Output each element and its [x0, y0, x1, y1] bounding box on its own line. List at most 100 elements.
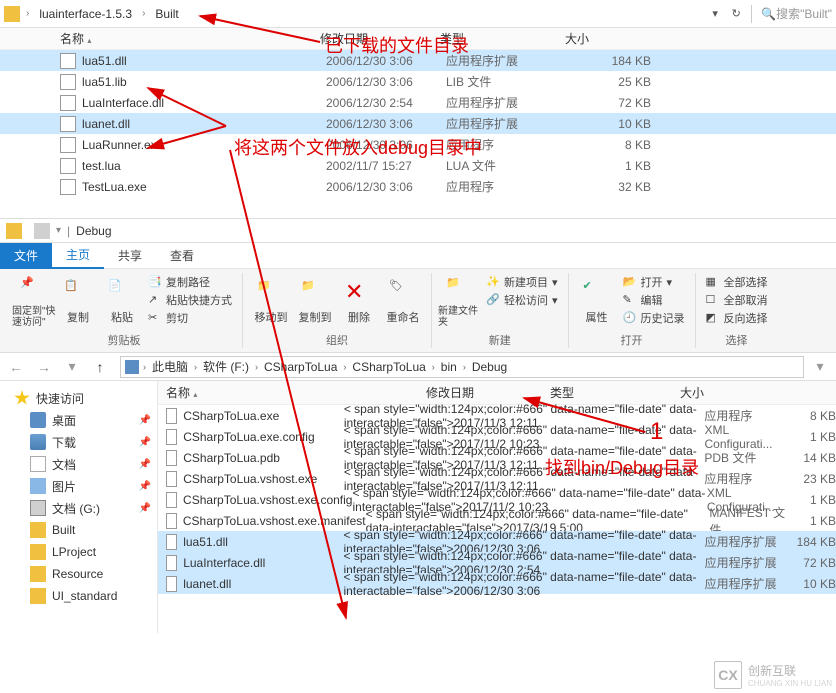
file-type: 应用程序 — [704, 470, 790, 487]
copy-to-button[interactable]: 📁复制到 — [293, 273, 337, 331]
overlay-icon — [34, 223, 50, 239]
dropdown-icon[interactable]: ▾ — [56, 225, 61, 236]
breadcrumb-seg[interactable]: Built — [151, 5, 182, 23]
invert-button[interactable]: ◩反向选择 — [702, 309, 772, 327]
open-button[interactable]: 📂打开 ▾ — [619, 273, 689, 291]
file-row[interactable]: LuaRunner.exe 2006/12/30 3:06 应用程序 8 KB — [0, 134, 836, 155]
nav-seg[interactable]: CSharpToLua — [262, 360, 339, 374]
cut-button[interactable]: ✂剪切 — [144, 309, 236, 327]
access-icon: 🔗 — [486, 293, 500, 307]
pin-button[interactable]: 📌 固定到"快速访问" — [12, 273, 56, 331]
menu-file[interactable]: 文件 — [0, 243, 52, 269]
file-size: 10 KB — [790, 577, 836, 591]
pin-icon: 📌 — [20, 276, 48, 304]
copy-path-button[interactable]: 📑复制路径 — [144, 273, 236, 291]
rename-button[interactable]: 🏷重命名 — [381, 273, 425, 331]
sidebar-item[interactable]: 图片 📌 — [0, 475, 157, 497]
nav-seg[interactable]: Debug — [470, 360, 509, 374]
file-row[interactable]: lua51.lib 2006/12/30 3:06 LIB 文件 25 KB — [0, 71, 836, 92]
sidebar-item[interactable]: 文档 (G:) 📌 — [0, 497, 157, 519]
sidebar-item[interactable]: 文档 📌 — [0, 453, 157, 475]
select-all-icon: ▦ — [706, 275, 720, 289]
breadcrumb-bar: › luainterface-1.5.3 › Built ▾ ↻ 🔍 搜索"Bu… — [0, 0, 836, 28]
menu-home[interactable]: 主页 — [52, 242, 104, 269]
file-row[interactable]: test.lua 2002/11/7 15:27 LUA 文件 1 KB — [0, 155, 836, 176]
col-type[interactable]: 类型 — [440, 30, 565, 47]
back-button[interactable]: ← — [4, 355, 28, 379]
file-row[interactable]: luanet.dll < span style="width:124px;col… — [158, 573, 836, 594]
paste-button[interactable]: 📄 粘贴 — [100, 273, 144, 331]
file-name: luanet.dll — [183, 577, 343, 591]
recent-button[interactable]: ▾ — [60, 355, 84, 379]
refresh-button[interactable]: ↻ — [726, 4, 746, 24]
folder-icon — [30, 522, 46, 538]
copy-to-icon: 📁 — [301, 279, 329, 307]
nav-seg[interactable]: bin — [439, 360, 459, 374]
nav-seg[interactable]: CSharpToLua — [350, 360, 427, 374]
file-name: CSharpToLua.exe.config — [183, 430, 343, 444]
file-icon — [166, 576, 177, 592]
file-size: 1 KB — [792, 514, 836, 528]
select-all-button[interactable]: ▦全部选择 — [702, 273, 772, 291]
file-list: lua51.dll 2006/12/30 3:06 应用程序扩展 184 KB … — [0, 50, 836, 197]
folder-icon — [4, 6, 20, 22]
forward-button[interactable]: → — [32, 355, 56, 379]
history-button[interactable]: 🕘历史记录 — [619, 309, 689, 327]
col-name[interactable]: 名称 ▴ — [166, 384, 426, 401]
col-date[interactable]: 修改日期 — [320, 30, 440, 47]
properties-button[interactable]: ✔属性 — [575, 273, 619, 331]
pic-icon — [30, 478, 46, 494]
menu-share[interactable]: 共享 — [104, 243, 156, 268]
file-list: CSharpToLua.exe < span style="width:124p… — [158, 405, 836, 594]
copy-button[interactable]: 📋 复制 — [56, 273, 100, 331]
nav-seg[interactable]: 软件 (F:) — [201, 358, 251, 375]
sidebar-item[interactable]: Resource — [0, 563, 157, 585]
address-bar[interactable]: › 此电脑 › 软件 (F:) › CSharpToLua › CSharpTo… — [120, 356, 804, 378]
file-row[interactable]: LuaInterface.dll 2006/12/30 2:54 应用程序扩展 … — [0, 92, 836, 113]
edit-button[interactable]: ✎编辑 — [619, 291, 689, 309]
sidebar-item[interactable]: Built — [0, 519, 157, 541]
file-size: 14 KB — [790, 451, 836, 465]
file-icon — [166, 492, 177, 508]
nav-seg[interactable]: 此电脑 — [150, 358, 190, 375]
paste-shortcut-button[interactable]: ↗粘贴快捷方式 — [144, 291, 236, 309]
divider — [751, 5, 752, 23]
sidebar-item[interactable]: UI_standard — [0, 585, 157, 607]
file-row[interactable]: TestLua.exe 2006/12/30 3:06 应用程序 32 KB — [0, 176, 836, 197]
col-size[interactable]: 大小 — [565, 30, 665, 47]
file-size: 8 KB — [790, 409, 836, 423]
bottom-explorer-window: ▾ | Debug 文件 主页 共享 查看 📌 固定到"快速访问" 📋 复制 📄 — [0, 219, 836, 693]
group-label: 打开 — [575, 332, 689, 348]
dropdown-button[interactable]: ▾ — [705, 4, 725, 24]
move-to-button[interactable]: 📁移动到 — [249, 273, 293, 331]
search-box[interactable]: 🔍 搜索"Built" — [757, 5, 832, 22]
new-item-button[interactable]: ✨新建项目 ▾ — [482, 273, 562, 291]
sidebar-item[interactable]: 桌面 📌 — [0, 409, 157, 431]
dropdown-button[interactable]: ▾ — [808, 355, 832, 379]
file-date: 2006/12/30 3:06 — [326, 138, 446, 152]
file-name: luanet.dll — [82, 117, 326, 131]
file-type: 应用程序扩展 — [705, 554, 790, 571]
sidebar-item[interactable]: LProject — [0, 541, 157, 563]
col-name[interactable]: 名称 ▴ — [60, 30, 320, 47]
folder-icon — [30, 566, 46, 582]
sidebar-item[interactable]: 快速访问 — [0, 387, 157, 409]
file-row[interactable]: luanet.dll 2006/12/30 3:06 应用程序扩展 10 KB — [0, 113, 836, 134]
col-size[interactable]: 大小 — [680, 384, 770, 401]
new-folder-button[interactable]: 📁新建文件夹 — [438, 273, 482, 331]
file-icon — [60, 179, 76, 195]
file-type: 应用程序扩展 — [446, 52, 571, 69]
menu-view[interactable]: 查看 — [156, 243, 208, 268]
file-size: 23 KB — [790, 472, 836, 486]
delete-button[interactable]: ✕删除 — [337, 273, 381, 331]
file-row[interactable]: lua51.dll 2006/12/30 3:06 应用程序扩展 184 KB — [0, 50, 836, 71]
col-type[interactable]: 类型 — [550, 384, 680, 401]
breadcrumb-seg[interactable]: luainterface-1.5.3 — [35, 5, 136, 23]
easy-access-button[interactable]: 🔗轻松访问 ▾ — [482, 291, 562, 309]
up-button[interactable]: ↑ — [88, 355, 112, 379]
sidebar-item[interactable]: 下载 📌 — [0, 431, 157, 453]
col-date[interactable]: 修改日期 — [426, 384, 550, 401]
check-icon: ✔ — [583, 279, 611, 307]
window-title: Debug — [76, 224, 111, 238]
select-none-button[interactable]: ☐全部取消 — [702, 291, 772, 309]
